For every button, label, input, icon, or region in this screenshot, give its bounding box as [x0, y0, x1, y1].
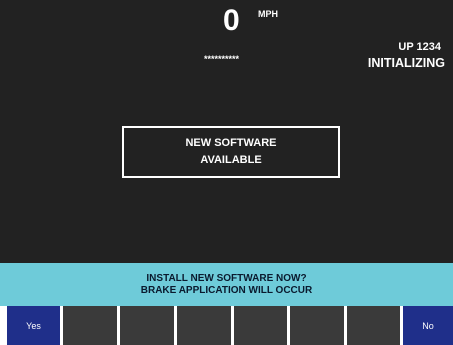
softkey-blank-1[interactable]	[63, 306, 117, 345]
speed-value: 0	[223, 4, 240, 37]
masked-field: **********	[204, 54, 240, 64]
train-id: UP 1234	[398, 41, 441, 53]
status-text: INITIALIZING	[367, 56, 445, 70]
prompt-line-2: BRAKE APPLICATION WILL OCCUR	[140, 284, 313, 296]
no-button[interactable]: No	[403, 306, 453, 345]
softkey-blank-6[interactable]	[347, 306, 400, 345]
softkey-blank-3[interactable]	[177, 306, 231, 345]
prompt-line-1: INSTALL NEW SOFTWARE NOW?	[146, 272, 307, 284]
message-line-1: NEW SOFTWARE	[185, 137, 277, 149]
softkey-bar: Yes No	[0, 306, 453, 345]
softkey-blank-5[interactable]	[290, 306, 344, 345]
softkey-blank-2[interactable]	[120, 306, 174, 345]
message-line-2: AVAILABLE	[200, 154, 262, 166]
yes-button[interactable]: Yes	[7, 306, 60, 345]
speed-unit: MPH	[258, 9, 278, 19]
message-box: NEW SOFTWARE AVAILABLE	[122, 126, 340, 178]
main-display-area: 0 MPH ********** UP 1234 INITIALIZING NE…	[0, 0, 453, 263]
softkey-blank-4[interactable]	[234, 306, 287, 345]
display-screen: 0 MPH ********** UP 1234 INITIALIZING NE…	[0, 0, 453, 345]
prompt-banner: INSTALL NEW SOFTWARE NOW? BRAKE APPLICAT…	[0, 263, 453, 306]
